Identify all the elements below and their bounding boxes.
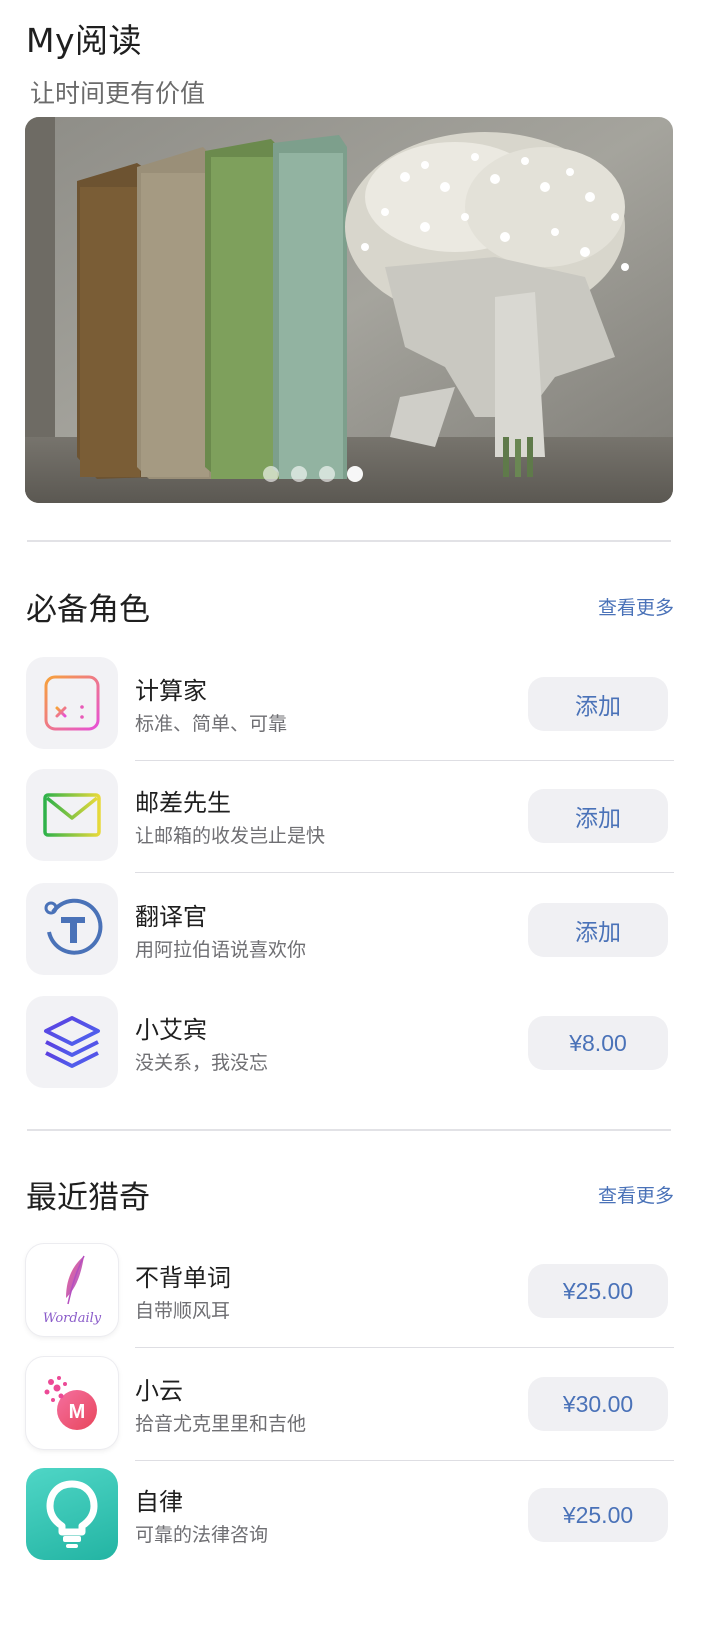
section-divider [27, 1129, 671, 1131]
carousel-dot[interactable] [319, 466, 335, 482]
price-button[interactable]: ¥25.00 [528, 1264, 668, 1318]
item-name: 小云 [135, 1377, 183, 1405]
list-item[interactable]: 小艾宾 没关系，我没忘 ¥8.00 [26, 996, 674, 1088]
item-name: 自律 [135, 1488, 183, 1516]
section-divider [27, 540, 671, 542]
row-divider [135, 872, 674, 873]
row-divider [135, 1460, 674, 1461]
item-description: 可靠的法律咨询 [135, 1524, 269, 1546]
item-name: 计算家 [135, 677, 207, 705]
item-name: 不背单词 [135, 1264, 231, 1292]
price-button[interactable]: ¥30.00 [528, 1377, 668, 1431]
calculator-icon [26, 657, 118, 749]
section-title: 最近猎奇 [26, 1180, 150, 1216]
add-button[interactable]: 添加 [528, 789, 668, 843]
mail-icon [26, 769, 118, 861]
item-name: 翻译官 [135, 903, 207, 931]
section-header-discover: 最近猎奇 查看更多 [26, 1172, 674, 1217]
translate-icon [26, 883, 118, 975]
item-description: 标准、简单、可靠 [135, 713, 288, 735]
app-subtitle: 让时间更有价值 [30, 79, 206, 108]
see-more-link[interactable]: 查看更多 [598, 1181, 674, 1208]
carousel-dot-active[interactable] [347, 466, 363, 482]
item-name: 邮差先生 [135, 789, 231, 817]
list-item[interactable]: 邮差先生 让邮箱的收发岂止是快 添加 [26, 769, 674, 873]
section-title: 必备角色 [26, 592, 150, 628]
list-item[interactable]: M 小云 拾音尤克里里和吉他 ¥30.00 [26, 1357, 674, 1461]
carousel-dot[interactable] [291, 466, 307, 482]
row-divider [135, 1347, 674, 1348]
list-item[interactable]: Wordaily 不背单词 自带顺风耳 ¥25.00 [26, 1244, 674, 1348]
list-item[interactable]: 翻译官 用阿拉伯语说喜欢你 添加 [26, 883, 674, 975]
m-logo-text: M [69, 1401, 86, 1423]
item-description: 用阿拉伯语说喜欢你 [135, 939, 307, 961]
banner-image [25, 117, 673, 503]
carousel-dot[interactable] [263, 466, 279, 482]
item-description: 没关系，我没忘 [135, 1052, 269, 1074]
add-button[interactable]: 添加 [528, 677, 668, 731]
section-header-essentials: 必备角色 查看更多 [26, 584, 674, 629]
feather-icon: Wordaily [26, 1244, 118, 1336]
price-button[interactable]: ¥25.00 [528, 1488, 668, 1542]
layers-icon [26, 996, 118, 1088]
header: My阅读 让时间更有价值 [26, 14, 205, 110]
carousel-indicator[interactable] [25, 466, 673, 482]
see-more-link[interactable]: 查看更多 [598, 593, 674, 620]
item-description: 自带顺风耳 [135, 1300, 231, 1322]
list-item[interactable]: 自律 可靠的法律咨询 ¥25.00 [26, 1468, 674, 1560]
music-m-icon: M [26, 1357, 118, 1449]
row-divider [135, 760, 674, 761]
item-name: 小艾宾 [135, 1016, 207, 1044]
item-description: 拾音尤克里里和吉他 [135, 1413, 307, 1435]
item-description: 让邮箱的收发岂止是快 [135, 825, 326, 847]
wordaily-logo-text: Wordaily [43, 1311, 102, 1326]
app-title: My阅读 [26, 21, 143, 60]
price-button[interactable]: ¥8.00 [528, 1016, 668, 1070]
lightbulb-icon [26, 1468, 118, 1560]
add-button[interactable]: 添加 [528, 903, 668, 957]
list-item[interactable]: 计算家 标准、简单、可靠 添加 [26, 657, 674, 761]
banner-carousel[interactable] [25, 117, 673, 503]
